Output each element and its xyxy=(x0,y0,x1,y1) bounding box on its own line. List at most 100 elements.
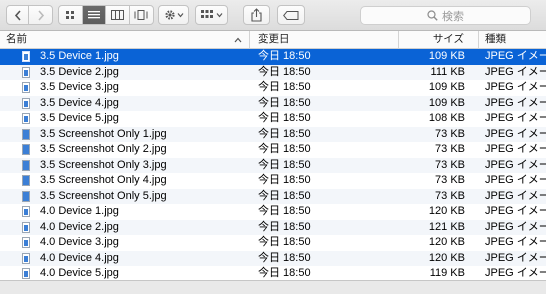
forward-button[interactable] xyxy=(29,6,52,24)
column-header-date[interactable]: 変更日 xyxy=(250,31,399,48)
file-date: 今日 18:50 xyxy=(258,251,311,264)
search-icon xyxy=(427,10,438,21)
file-kind: JPEG イメージ xyxy=(485,236,546,248)
column-header-date-label: 変更日 xyxy=(258,33,290,45)
file-row[interactable]: 3.5 Screenshot Only 2.jpg 今日 18:50 73 KB JP… xyxy=(0,142,546,158)
file-name: 3.5 Screenshot Only 2.jpg xyxy=(40,143,167,155)
column-header-name-label: 名前 xyxy=(6,33,27,45)
file-date: 今日 18:50 xyxy=(258,158,311,171)
file-row[interactable]: 3.5 Device 3.jpg 今日 18:50 109 KB JPEG イメージ xyxy=(0,80,546,96)
file-date: 今日 18:50 xyxy=(258,189,311,202)
file-name: 4.0 Device 2.jpg xyxy=(40,220,119,233)
nav-buttons xyxy=(6,5,53,25)
file-date: 今日 18:50 xyxy=(258,143,311,155)
file-date: 今日 18:50 xyxy=(258,96,311,109)
list-view-button[interactable] xyxy=(82,6,106,24)
file-kind: JPEG イメージ xyxy=(485,267,546,279)
file-name: 4.0 Device 4.jpg xyxy=(40,251,119,264)
tags-button[interactable] xyxy=(277,5,305,25)
file-row[interactable]: 3.5 Device 1.jpg 今日 18:50 109 KB JPEG イメージ xyxy=(0,49,546,65)
file-name: 3.5 Device 1.jpg xyxy=(40,50,119,62)
file-size: 119 KB xyxy=(429,267,465,279)
file-kind: JPEG イメージ xyxy=(485,65,546,78)
column-header-size[interactable]: サイズ xyxy=(399,31,479,48)
file-date: 今日 18:50 xyxy=(258,220,311,233)
file-size: 111 KB xyxy=(430,65,465,78)
coverflow-icon xyxy=(134,10,148,20)
file-size: 120 KB xyxy=(428,236,465,248)
file-size: 120 KB xyxy=(428,251,465,264)
coverflow-view-button[interactable] xyxy=(130,6,153,24)
file-name: 3.5 Device 5.jpg xyxy=(40,112,119,124)
jpeg-file-icon xyxy=(22,266,32,280)
jpeg-file-icon xyxy=(22,173,32,189)
file-size: 73 KB xyxy=(435,189,465,202)
icon-view-button[interactable] xyxy=(59,6,83,24)
file-row[interactable]: 4.0 Device 1.jpg 今日 18:50 120 KB JPEG イメージ xyxy=(0,204,546,220)
file-name: 3.5 Screenshot Only 5.jpg xyxy=(40,189,167,202)
jpeg-file-icon xyxy=(22,189,32,205)
jpeg-file-icon xyxy=(22,220,32,236)
file-size: 73 KB xyxy=(435,158,465,171)
arrange-grid-icon xyxy=(200,10,222,18)
chevron-right-icon xyxy=(37,9,44,21)
sort-ascending-icon xyxy=(234,31,242,48)
column-header-name[interactable]: 名前 xyxy=(0,31,250,48)
file-kind: JPEG イメージ xyxy=(485,189,546,202)
list-icon xyxy=(87,11,100,19)
file-kind: JPEG イメージ xyxy=(485,96,546,109)
file-row[interactable]: 3.5 Screenshot Only 5.jpg 今日 18:50 73 KB JP… xyxy=(0,188,546,205)
file-row[interactable]: 4.0 Device 4.jpg 今日 18:50 120 KB JPEG イメージ xyxy=(0,250,546,266)
file-name: 3.5 Device 3.jpg xyxy=(40,81,119,93)
file-name: 3.5 Screenshot Only 1.jpg xyxy=(40,127,167,140)
jpeg-file-icon xyxy=(22,127,32,143)
file-kind: JPEG イメージ xyxy=(485,251,546,264)
action-menu-button[interactable] xyxy=(158,5,189,25)
file-row[interactable]: 3.5 Device 4.jpg 今日 18:50 109 KB JPEG イメージ xyxy=(0,95,546,112)
columns-icon xyxy=(110,10,124,20)
file-kind: JPEG イメージ xyxy=(485,50,546,62)
file-row[interactable]: 3.5 Screenshot Only 4.jpg 今日 18:50 73 KB JP… xyxy=(0,173,546,189)
search-placeholder: 検索 xyxy=(442,10,464,23)
file-date: 今日 18:50 xyxy=(258,205,311,217)
back-button[interactable] xyxy=(7,6,30,24)
file-kind: JPEG イメージ xyxy=(485,143,546,155)
file-row[interactable]: 3.5 Device 5.jpg 今日 18:50 108 KB JPEG イメージ xyxy=(0,111,546,127)
file-date: 今日 18:50 xyxy=(258,65,311,78)
file-size: 109 KB xyxy=(428,81,465,93)
jpeg-file-icon xyxy=(22,158,32,174)
file-size: 108 KB xyxy=(428,112,465,124)
file-date: 今日 18:50 xyxy=(258,112,311,124)
file-row[interactable]: 4.0 Device 5.jpg 今日 18:50 119 KB JPEG イメージ xyxy=(0,266,546,280)
column-header-kind[interactable]: 種類 xyxy=(479,31,546,48)
file-size: 109 KB xyxy=(428,50,465,62)
file-size: 109 KB xyxy=(428,96,465,109)
search-field[interactable]: 検索 xyxy=(360,6,531,25)
file-name: 4.0 Device 5.jpg xyxy=(40,267,119,279)
file-row[interactable]: 4.0 Device 2.jpg 今日 18:50 121 KB JPEG イメージ xyxy=(0,219,546,236)
gear-icon xyxy=(164,10,183,20)
file-date: 今日 18:50 xyxy=(258,50,311,62)
arrange-menu-button[interactable] xyxy=(195,5,228,25)
tag-icon xyxy=(283,10,299,20)
jpeg-file-icon xyxy=(22,65,32,81)
column-header-kind-label: 種類 xyxy=(485,33,506,45)
jpeg-file-icon xyxy=(22,96,32,112)
file-kind: JPEG イメージ xyxy=(485,205,546,217)
file-row[interactable]: 4.0 Device 3.jpg 今日 18:50 120 KB JPEG イメージ xyxy=(0,235,546,251)
file-kind: JPEG イメージ xyxy=(485,174,546,186)
file-size: 73 KB xyxy=(435,174,465,186)
file-row[interactable]: 3.5 Screenshot Only 3.jpg 今日 18:50 73 KB JP… xyxy=(0,157,546,174)
share-button[interactable] xyxy=(243,5,270,25)
grid-icon xyxy=(66,11,75,19)
file-name: 3.5 Device 4.jpg xyxy=(40,96,119,109)
file-kind: JPEG イメージ xyxy=(485,127,546,140)
file-row[interactable]: 3.5 Device 2.jpg 今日 18:50 111 KB JPEG イメージ xyxy=(0,64,546,81)
file-kind: JPEG イメージ xyxy=(485,112,546,124)
file-row[interactable]: 3.5 Screenshot Only 1.jpg 今日 18:50 73 KB JP… xyxy=(0,126,546,143)
file-size: 73 KB xyxy=(435,143,465,155)
file-name: 3.5 Screenshot Only 3.jpg xyxy=(40,158,167,171)
column-view-button[interactable] xyxy=(106,6,130,24)
file-name: 3.5 Device 2.jpg xyxy=(40,65,119,78)
file-date: 今日 18:50 xyxy=(258,236,311,248)
